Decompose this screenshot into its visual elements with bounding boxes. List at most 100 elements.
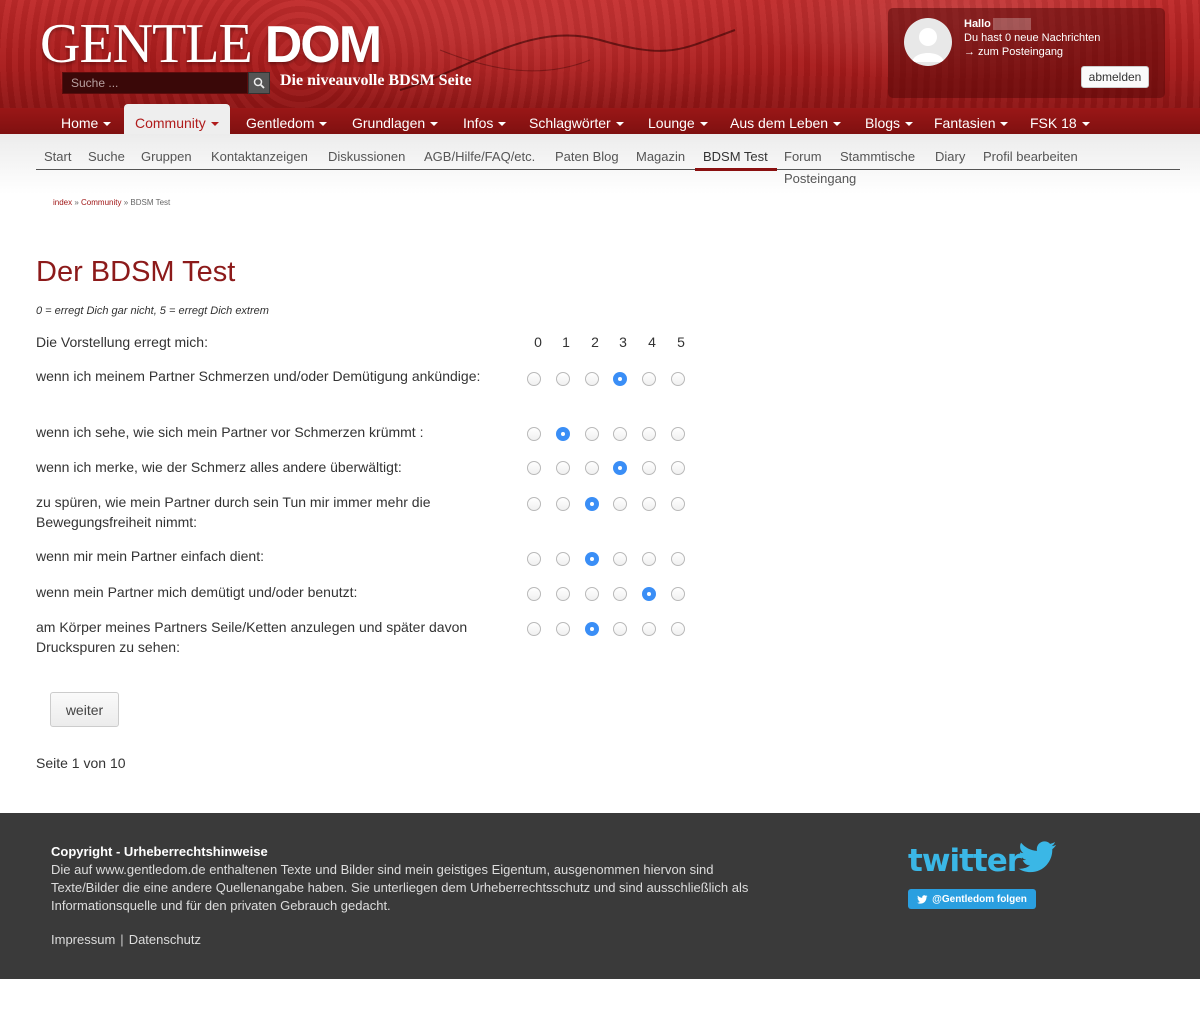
search-icon [253,77,265,89]
answer-radio-q3-5[interactable] [671,461,685,475]
answer-radio-q7-1[interactable] [556,622,570,636]
search-input[interactable] [62,72,248,94]
answer-radio-q6-3[interactable] [613,587,627,601]
answer-radio-q3-4[interactable] [642,461,656,475]
nav-item-home[interactable]: Home [61,108,112,134]
subnav-item-gruppen[interactable]: Gruppen [141,149,192,164]
site-header: GENTLE DOM Die niveauvolle BDSM Seite Ha… [0,0,1200,112]
impressum-link[interactable]: Impressum [51,932,115,947]
answer-radio-q6-4[interactable] [642,587,656,601]
subnav-item-suche[interactable]: Suche [88,149,125,164]
answer-radio-q4-4[interactable] [642,497,656,511]
answer-radio-q1-5[interactable] [671,372,685,386]
answer-radio-q3-2[interactable] [585,461,599,475]
nav-item-gentledom[interactable]: Gentledom [246,108,328,134]
logo-text-2: DOM [264,16,382,74]
nav-item-grundlagen[interactable]: Grundlagen [352,108,439,134]
answer-radio-q2-3[interactable] [613,427,627,441]
nav-item-infos[interactable]: Infos [463,108,507,134]
nav-item-label: Gentledom [246,115,315,131]
answer-radio-q1-0[interactable] [527,372,541,386]
site-logo[interactable]: GENTLE DOM [40,13,382,75]
answer-radio-q6-1[interactable] [556,587,570,601]
nav-item-label: Fantasien [934,115,996,131]
answer-radio-q5-3[interactable] [613,552,627,566]
logout-button[interactable]: abmelden [1081,66,1149,88]
chevron-down-icon [1000,122,1009,127]
footer-links: Impressum | Datenschutz [51,932,201,947]
answer-radio-q3-3[interactable] [613,461,627,475]
datenschutz-link[interactable]: Datenschutz [129,932,201,947]
answer-radio-q2-5[interactable] [671,427,685,441]
answer-radio-q7-5[interactable] [671,622,685,636]
subnav-item-diskussionen[interactable]: Diskussionen [328,149,405,164]
nav-item-aus-dem-leben[interactable]: Aus dem Leben [730,108,842,134]
nav-item-label: Infos [463,115,494,131]
nav-item-lounge[interactable]: Lounge [648,108,708,134]
scale-label-0: 0 [534,334,542,350]
subnav-item-forum[interactable]: Forum [784,149,822,164]
answer-radio-q4-5[interactable] [671,497,685,511]
subnav-item-paten-blog[interactable]: Paten Blog [555,149,619,164]
answer-radio-q5-1[interactable] [556,552,570,566]
answer-radio-q2-1[interactable] [556,427,570,441]
answer-radio-q6-0[interactable] [527,587,541,601]
answer-radio-q5-0[interactable] [527,552,541,566]
logo-text-1: GENTLE [40,13,253,75]
subnav-item-bdsm-test[interactable]: BDSM Test [703,149,768,164]
nav-item-fantasien[interactable]: Fantasien [934,108,1009,134]
subnav-item-start[interactable]: Start [44,149,71,164]
chevron-down-icon [833,122,842,127]
answer-radio-q7-2[interactable] [585,622,599,636]
inbox-link[interactable]: → zum Posteingang [964,46,1063,58]
greeting: Hallo [964,18,1031,31]
subnav-item-posteingang[interactable]: Posteingang [784,171,856,186]
answer-radio-q4-0[interactable] [527,497,541,511]
answer-radio-q5-5[interactable] [671,552,685,566]
question-text: wenn mir mein Partner einfach dient: [36,548,264,564]
search-button[interactable] [248,72,270,94]
message-count: Du hast 0 neue Nachrichten [964,32,1101,44]
breadcrumb-community[interactable]: Community [81,198,121,207]
answer-radio-q3-0[interactable] [527,461,541,475]
answer-radio-q6-2[interactable] [585,587,599,601]
subnav-item-agb-hilfe[interactable]: AGB/Hilfe/FAQ/etc. [424,149,535,164]
answer-radio-q7-3[interactable] [613,622,627,636]
answer-radio-q1-3[interactable] [613,372,627,386]
nav-item-community[interactable]: Community [124,104,230,136]
nav-item-schlagwoerter[interactable]: Schlagwörter [529,108,624,134]
nav-item-blogs[interactable]: Blogs [865,108,914,134]
next-button[interactable]: weiter [50,692,119,727]
breadcrumb-index[interactable]: index [53,198,72,207]
answer-radio-q2-0[interactable] [527,427,541,441]
answer-radio-q1-4[interactable] [642,372,656,386]
scale-label-3: 3 [619,334,627,350]
subnav-item-magazin[interactable]: Magazin [636,149,685,164]
answer-radio-q2-2[interactable] [585,427,599,441]
follow-button-label: @Gentledom folgen [932,893,1027,905]
site-tagline: Die niveauvolle BDSM Seite [280,72,472,89]
answer-radio-q4-1[interactable] [556,497,570,511]
nav-item-fsk18[interactable]: FSK 18 [1030,108,1090,134]
answer-radio-q1-1[interactable] [556,372,570,386]
answer-radio-q5-4[interactable] [642,552,656,566]
answer-radio-q2-4[interactable] [642,427,656,441]
answer-radio-q7-4[interactable] [642,622,656,636]
user-avatar-icon[interactable] [904,18,952,66]
answer-radio-q4-3[interactable] [613,497,627,511]
subnav-item-kontaktanzeigen[interactable]: Kontaktanzeigen [211,149,308,164]
page-title: Der BDSM Test [36,256,236,288]
answer-radio-q3-1[interactable] [556,461,570,475]
subnav-item-stammtische[interactable]: Stammtische [840,149,915,164]
answer-radio-q4-2[interactable] [585,497,599,511]
answer-radio-q7-0[interactable] [527,622,541,636]
answer-radio-q6-5[interactable] [671,587,685,601]
answer-radio-q5-2[interactable] [585,552,599,566]
twitter-follow-button[interactable]: @Gentledom folgen [908,889,1036,909]
question-text: zu spüren, wie mein Partner durch sein T… [36,494,431,530]
breadcrumb-separator: » [72,198,82,207]
twitter-logo[interactable]: twitter [908,843,1022,879]
subnav-item-diary[interactable]: Diary [935,149,965,164]
answer-radio-q1-2[interactable] [585,372,599,386]
subnav-item-profil[interactable]: Profil bearbeiten [983,149,1078,164]
